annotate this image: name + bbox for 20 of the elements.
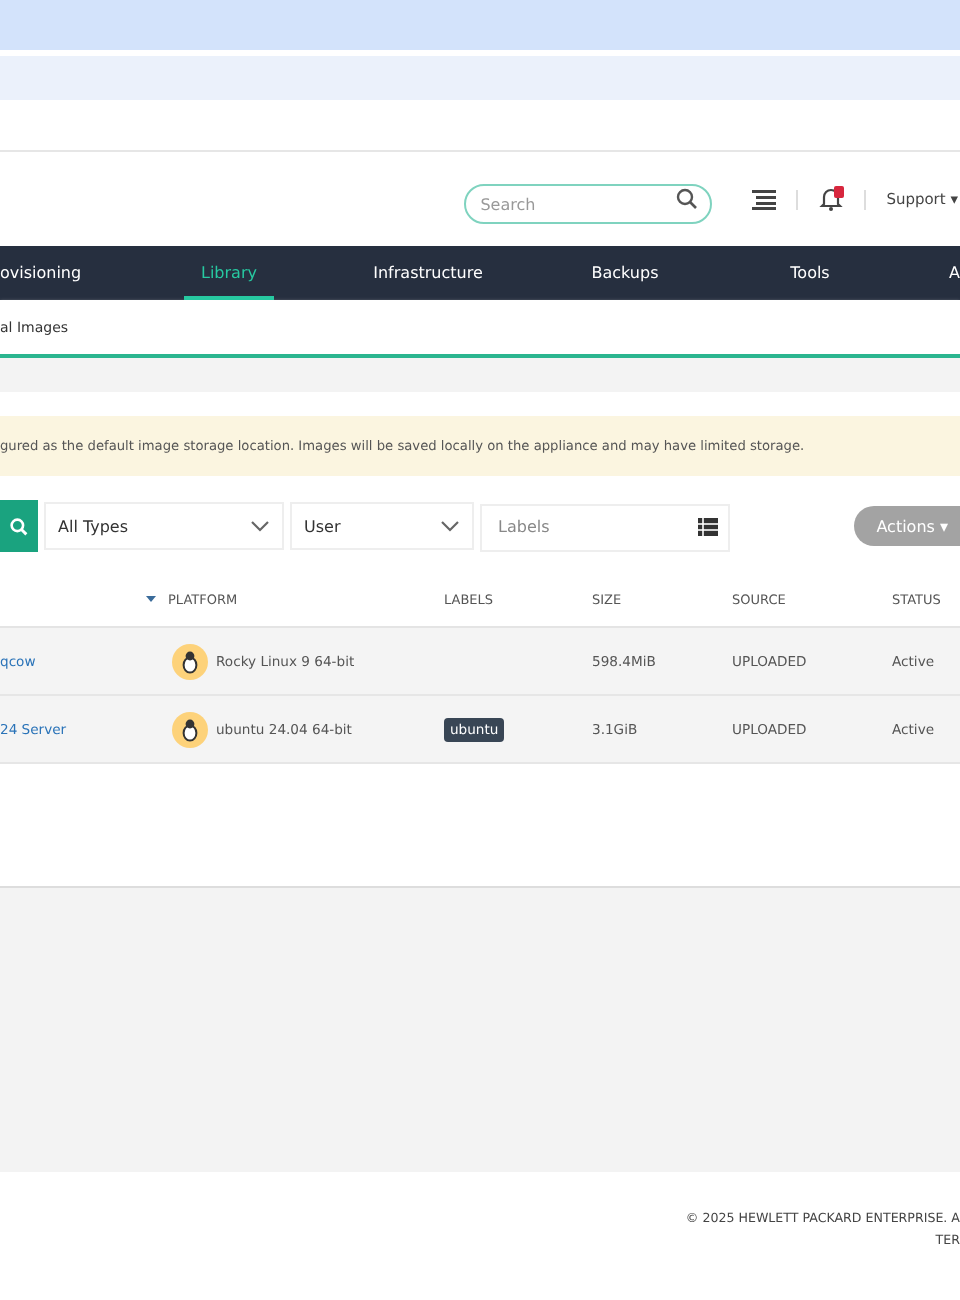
nav-tab[interactable]: A bbox=[900, 246, 960, 300]
search-icon bbox=[10, 517, 28, 535]
bell-icon[interactable] bbox=[818, 186, 845, 212]
labels-field[interactable]: Labels bbox=[480, 503, 730, 551]
search-field[interactable]: Search bbox=[464, 184, 713, 224]
chevron-icon bbox=[440, 520, 460, 532]
list-icon[interactable] bbox=[752, 189, 777, 209]
search-button[interactable] bbox=[0, 500, 38, 552]
penguin-icon bbox=[172, 643, 208, 679]
type-dropdown[interactable]: All Types bbox=[44, 502, 284, 550]
chevron-icon bbox=[250, 520, 270, 532]
nav-tab[interactable]: ovisioning bbox=[0, 246, 132, 300]
nav-tab[interactable]: Tools bbox=[720, 246, 900, 300]
penguin-icon bbox=[172, 711, 208, 747]
search-icon bbox=[676, 188, 699, 210]
owner-dropdown[interactable]: User bbox=[290, 502, 474, 550]
nav-tab[interactable]: Backups bbox=[530, 246, 720, 300]
sort-caret-icon bbox=[146, 596, 156, 602]
nav-tab[interactable]: Library bbox=[184, 246, 274, 300]
nav-tab[interactable]: Infrastructure bbox=[326, 246, 530, 300]
